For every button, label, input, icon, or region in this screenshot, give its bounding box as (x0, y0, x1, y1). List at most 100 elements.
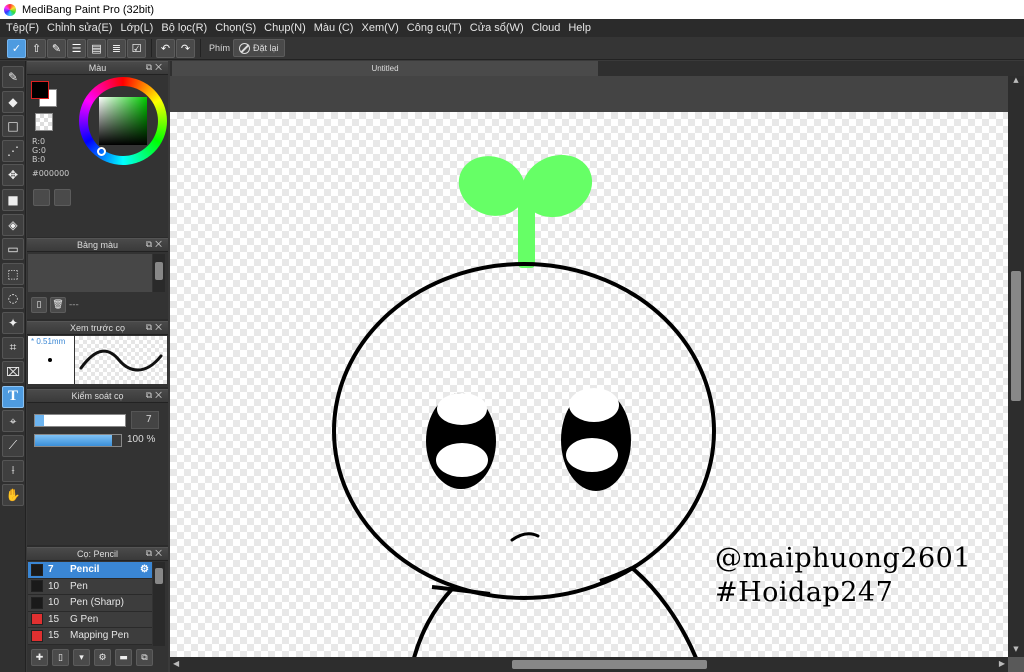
color-panel: Màu ⧉✕ R:0 G:0 B:0 #000000 (27, 61, 168, 237)
bucket-icon[interactable]: ◈ (2, 213, 24, 236)
palette-swatch-area[interactable] (28, 254, 152, 292)
foreground-color-swatch[interactable] (31, 81, 49, 99)
brush-item-pencil[interactable]: 7 Pencil ⚙ (28, 562, 152, 579)
new-palette-icon[interactable]: ▯ (31, 297, 47, 313)
drawing-canvas[interactable]: @maiphuong2601 #Hoidap247 (170, 112, 1008, 657)
folder-icon[interactable]: ▬ (115, 649, 132, 666)
brush-item-pen[interactable]: 10 Pen (28, 578, 152, 595)
panel-float-close-icon[interactable]: ⧉✕ (146, 322, 165, 333)
watermark-username: @maiphuong2601 (715, 543, 972, 574)
vertical-scrollbar[interactable]: ▲ ▼ (1008, 76, 1024, 657)
comment-icon[interactable]: ✎ (47, 38, 66, 58)
move-tool-icon[interactable]: ✥ (2, 164, 24, 187)
text-tool-icon[interactable]: T (2, 385, 24, 408)
select-pen-icon[interactable]: ⌗ (2, 336, 24, 359)
select-eraser-icon[interactable]: ⌧ (2, 361, 24, 384)
document-tab[interactable]: Untitled (172, 61, 598, 76)
stroke-sample (79, 349, 163, 372)
page-icon[interactable]: ▤ (87, 38, 106, 58)
brush-control-title: Kiểm soát cọ (71, 391, 124, 401)
scroll-up-icon[interactable]: ▲ (1008, 76, 1024, 88)
palette-icon[interactable] (33, 189, 50, 206)
color-picker-knob[interactable] (97, 147, 106, 156)
menu-snap[interactable]: Chụp(N) (260, 22, 310, 34)
upload-icon[interactable]: ⇧ (27, 38, 46, 58)
watermark-text: @maiphuong2601 #Hoidap247 (715, 542, 971, 610)
eraser-tool-icon[interactable]: ◆ (2, 90, 24, 113)
undo-icon[interactable]: ↶ (156, 38, 175, 58)
panel-float-close-icon[interactable]: ⧉✕ (146, 62, 165, 73)
brush-settings-icon[interactable]: ⚙ (94, 649, 111, 666)
scroll-right-icon[interactable]: ▶ (999, 659, 1005, 668)
panel-float-close-icon[interactable]: ⧉✕ (146, 239, 165, 250)
horizontal-scrollbar[interactable]: ◀ ▶ (170, 657, 1008, 672)
horizontal-scroll-thumb[interactable] (512, 660, 707, 669)
palette-add-icon[interactable] (54, 189, 71, 206)
copy-icon[interactable]: ⧉ (136, 649, 153, 666)
menu-color[interactable]: Màu (C) (310, 22, 358, 34)
brush-item-pen-sharp[interactable]: 10 Pen (Sharp) (28, 595, 152, 612)
lasso-icon[interactable]: ◌ (2, 287, 24, 310)
menu-filter[interactable]: Bộ lọc(R) (157, 22, 211, 34)
color-panel-title: Màu (88, 63, 107, 73)
brush-list-scrollbar[interactable] (153, 562, 165, 646)
scroll-left-icon[interactable]: ◀ (173, 659, 179, 668)
brush-size-slider[interactable] (34, 414, 126, 427)
select-rect-icon[interactable]: ⬚ (2, 262, 24, 285)
chat-icon[interactable]: ☰ (67, 38, 86, 58)
menu-edit[interactable]: Chỉnh sửa(E) (43, 22, 116, 34)
fill-rect-icon[interactable]: ■ (2, 188, 24, 211)
list-icon[interactable]: ≣ (107, 38, 126, 58)
brush-item-mapping-pen[interactable]: 15 Mapping Pen (28, 628, 152, 645)
operation-icon[interactable]: ⌖ (2, 410, 24, 433)
left-eye-highlight-bottom (436, 443, 488, 477)
brush-item-name: Pencil (70, 564, 100, 576)
menu-tools[interactable]: Công cụ(T) (403, 22, 466, 34)
hand-icon[interactable]: ✋ (2, 484, 24, 507)
brush-item-name: Pen (70, 580, 88, 592)
color-panel-header: Màu ⧉✕ (27, 61, 168, 75)
brush-tool-icon[interactable]: ✎ (2, 66, 24, 88)
menu-help[interactable]: Help (564, 22, 595, 34)
document-tab-strip: Untitled (170, 61, 1024, 76)
menu-view[interactable]: Xem(V) (357, 22, 402, 34)
divide-tool-icon[interactable]: ⟋ (2, 434, 24, 457)
dot-tool-icon[interactable]: □ (2, 115, 24, 138)
brush-list-title: Cọ: Pencil (76, 549, 119, 559)
new-brush-icon[interactable]: ▯ (52, 649, 69, 666)
brush-preview-title: Xem trước cọ (70, 323, 125, 333)
palette-scrollbar[interactable] (153, 254, 165, 292)
reset-button[interactable]: Đặt lại (233, 39, 285, 57)
color-wheel[interactable] (79, 77, 167, 165)
saturation-square[interactable] (99, 97, 147, 145)
transparent-swatch[interactable] (35, 113, 53, 131)
menu-bar: Tệp(F) Chỉnh sửa(E) Lớp(L) Bộ lọc(R) Chọ… (0, 19, 1024, 37)
brush-group-icon[interactable]: ▾ (73, 649, 90, 666)
checklist-icon[interactable]: ☑ (127, 38, 146, 58)
eyedropper-icon[interactable]: ⟊ (2, 459, 24, 482)
brush-item-g-pen[interactable]: 15 G Pen (28, 611, 152, 628)
menu-window[interactable]: Cửa sổ(W) (466, 22, 528, 34)
menu-cloud[interactable]: Cloud (528, 22, 565, 34)
trash-icon[interactable]: 🗑 (50, 297, 66, 313)
vertical-scroll-thumb[interactable] (1011, 271, 1021, 401)
brush-size-fill (35, 415, 44, 426)
panel-float-close-icon[interactable]: ⧉✕ (146, 548, 165, 559)
opacity-slider[interactable] (34, 434, 122, 447)
menu-select[interactable]: Chọn(S) (211, 22, 260, 34)
gradient-icon[interactable]: ▭ (2, 238, 24, 261)
menu-layer[interactable]: Lớp(L) (116, 22, 157, 34)
brush-size-field[interactable]: 7 (131, 411, 159, 429)
canvas-gutter (170, 76, 1014, 112)
redo-icon[interactable]: ↷ (176, 38, 195, 58)
add-brush-icon[interactable]: ✚ (31, 649, 48, 666)
panel-float-close-icon[interactable]: ⧉✕ (146, 390, 165, 401)
magic-wand-icon[interactable]: ✦ (2, 311, 24, 334)
brush-item-size: 15 (48, 613, 60, 625)
menu-file[interactable]: Tệp(F) (2, 22, 43, 34)
dot-brush-icon[interactable]: ⋰ (2, 139, 24, 162)
scroll-down-icon[interactable]: ▼ (1008, 645, 1024, 657)
cloud-check-icon[interactable]: ✓ (7, 38, 26, 58)
gear-icon[interactable]: ⚙ (140, 564, 149, 575)
brush-list: 7 Pencil ⚙ 10 Pen 10 Pen (Sharp) 15 G Pe… (28, 562, 152, 645)
